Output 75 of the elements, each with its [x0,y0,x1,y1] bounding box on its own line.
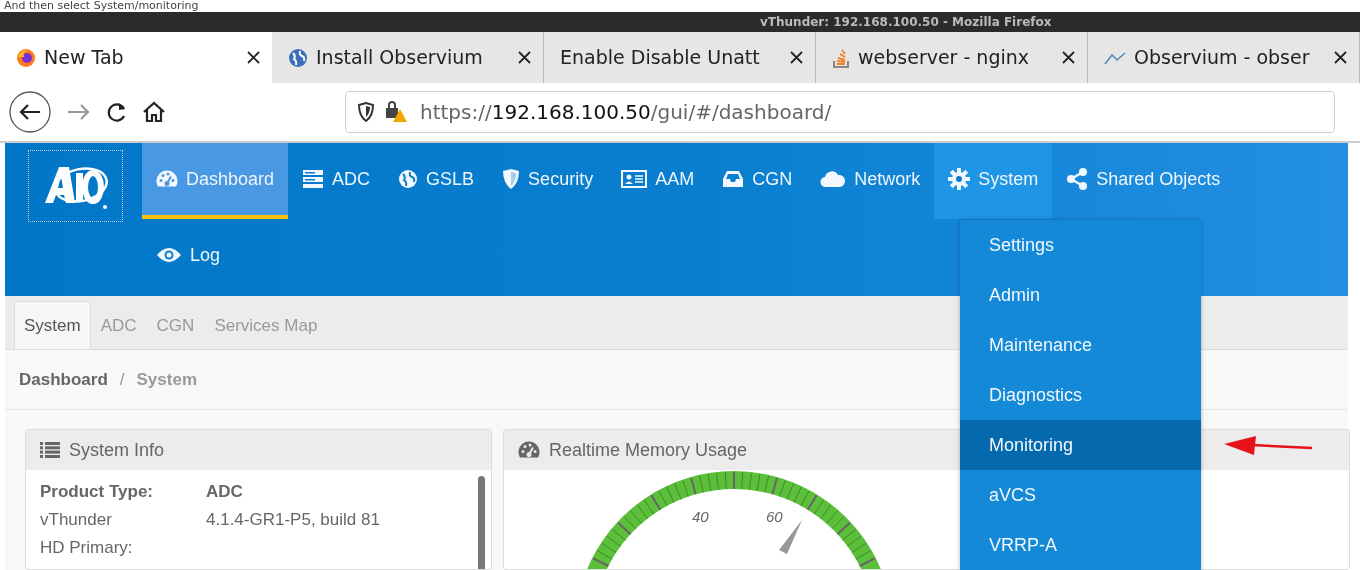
page-tab[interactable]: System [14,301,91,349]
shield-icon [502,169,521,189]
list-icon [40,442,60,458]
menu-item[interactable]: aVCS [960,470,1201,520]
info-label: HD Primary: [40,537,134,559]
nav-item[interactable]: Dashboard [142,143,289,219]
globe-icon [398,169,419,189]
caption-text: And then select System/monitoring [3,0,200,12]
server-icon [302,169,325,189]
menu-item[interactable]: Diagnostics [960,370,1201,420]
address-field[interactable]: https://192.168.100.50/gui/#/dashboard/ [345,91,1335,133]
info-label: vThunder [40,509,113,531]
nav-item[interactable]: System [934,143,1053,219]
page-tab[interactable]: ADC [90,301,147,349]
gauge-label: 60 [766,508,783,525]
menu-item[interactable]: Admin [960,270,1201,320]
breadcrumb-current: System [136,368,197,391]
wave-icon [1104,50,1126,65]
nav-item[interactable]: AAM [607,143,709,219]
firefox-icon [16,47,36,68]
back-button[interactable] [8,90,52,134]
nav-item[interactable]: Shared Objects [1052,143,1235,219]
page-tab[interactable]: Services Map [204,301,328,349]
eye-icon [156,247,182,263]
breadcrumb-link[interactable]: Dashboard [19,366,108,393]
dashboard-icon [518,441,540,459]
dashboard-icon [156,170,178,188]
nav-item[interactable]: Log [142,219,235,295]
nav-item[interactable]: ADC [288,143,385,219]
scrollbar[interactable] [478,476,485,569]
window-title: vThunder: 192.168.100.50 - Mozilla Firefox [760,15,1052,29]
forward-button[interactable] [66,102,92,122]
browser-tab[interactable]: New Tab [0,32,272,83]
url-text: https://192.168.100.50/gui/#/dashboard/ [420,99,832,126]
globe-icon [288,47,308,68]
menu-item[interactable]: VRRP-A [960,520,1201,570]
settings-icon [948,168,971,190]
id-card-icon [621,169,648,189]
tab-title: Install Observium [316,45,484,71]
nav-item[interactable]: CGN [708,143,807,219]
panel-title: Realtime Memory Usage [549,438,748,462]
home-button[interactable] [142,101,166,123]
tab-title: Observium - obser [1134,45,1311,71]
menu-item[interactable]: Settings [960,220,1201,270]
close-icon[interactable] [518,51,531,64]
close-icon[interactable] [790,51,803,64]
browser-tab[interactable]: Install Observium [272,32,544,83]
share-icon [1066,168,1089,190]
browser-tab[interactable]: Observium - obser [1088,32,1360,83]
breadcrumb-separator: / [119,368,125,391]
tab-title: webserver - nginx [858,45,1031,71]
tab-title: New Tab [44,45,125,71]
info-value: ADC [206,481,243,503]
inbox-icon [722,170,745,188]
panel-title: System Info [69,438,165,462]
info-label: Product Type: [40,481,155,503]
browser-tab[interactable]: Enable Disable Unatt [544,32,816,83]
info-value: 4.1.4-GR1-P5, build 81 [206,509,380,531]
close-icon[interactable] [1334,51,1347,64]
close-icon[interactable] [1062,51,1075,64]
stack-icon [832,47,850,68]
nav-item[interactable]: Security [488,143,608,219]
nav-item[interactable]: Network [806,143,935,219]
lock-warning-icon [386,101,408,123]
close-icon[interactable] [247,51,260,64]
nav-item[interactable]: GSLB [384,143,489,219]
page-tab[interactable]: CGN [146,301,205,349]
menu-item[interactable]: Monitoring [960,420,1201,470]
reload-button[interactable] [106,101,128,123]
shield-icon [358,102,374,122]
cloud-icon [820,170,847,188]
tab-title: Enable Disable Unatt [560,45,761,71]
browser-tab[interactable]: webserver - nginx [816,32,1088,83]
menu-item[interactable]: Maintenance [960,320,1201,370]
gauge-label: 40 [692,508,709,525]
